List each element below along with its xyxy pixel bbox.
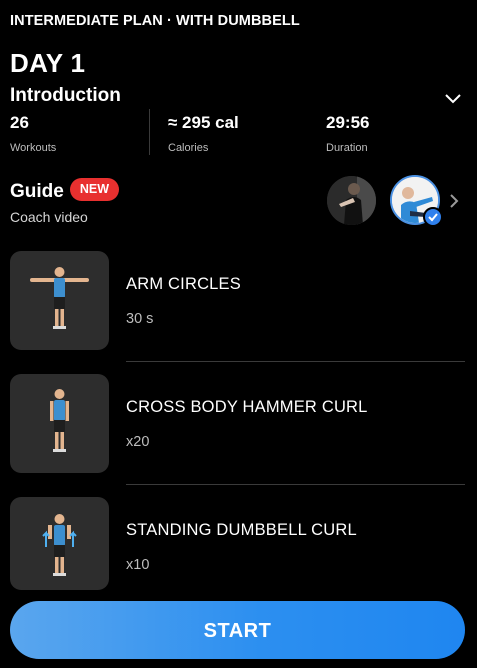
stat-duration: 29:56 Duration: [326, 113, 369, 155]
chevron-right-icon[interactable]: [449, 193, 459, 209]
hammer-curl-figure-icon: [50, 389, 69, 452]
exercise-value: 30 s: [126, 311, 154, 327]
exercise-value: x10: [126, 557, 150, 573]
exercise-thumbnail: [10, 374, 109, 473]
exercise-thumbnail: [10, 497, 109, 590]
stat-calories-value: ≈ 295 cal: [168, 113, 239, 132]
stat-calories-label: Calories: [168, 142, 209, 154]
stat-divider: [149, 109, 150, 155]
start-button[interactable]: START: [10, 601, 465, 659]
stat-workouts-label: Workouts: [10, 142, 57, 154]
row-divider: [126, 361, 465, 362]
stat-duration-value: 29:56: [326, 113, 370, 132]
exercise-name: STANDING DUMBBELL CURL: [126, 521, 357, 539]
selected-check-badge: [423, 207, 443, 227]
stat-workouts-value: 26: [10, 113, 29, 132]
exercise-value: x20: [126, 434, 150, 450]
plan-title: INTERMEDIATE PLAN · WITH DUMBBELL: [10, 13, 300, 29]
day-title: DAY 1: [10, 48, 86, 78]
new-badge: NEW: [70, 178, 119, 201]
exercise-thumbnail: [10, 251, 109, 350]
exercise-name: CROSS BODY HAMMER CURL: [126, 398, 368, 416]
exercise-item-1[interactable]: ARM CIRCLES 30 s: [0, 251, 477, 351]
section-title[interactable]: Introduction: [10, 85, 121, 107]
exercise-name: ARM CIRCLES: [126, 275, 241, 293]
guide-subtitle: Coach video: [10, 209, 88, 225]
exercise-item-2[interactable]: CROSS BODY HAMMER CURL x20: [0, 374, 477, 474]
guide-title[interactable]: Guide: [10, 181, 64, 203]
row-divider: [126, 484, 465, 485]
coach-1-icon: [327, 176, 376, 225]
exercise-item-3[interactable]: STANDING DUMBBELL CURL x10: [0, 497, 477, 597]
chevron-down-icon[interactable]: [444, 92, 462, 104]
stat-calories: ≈ 295 cal Calories: [168, 113, 239, 155]
arm-circles-figure-icon: [30, 267, 89, 329]
stat-workouts: 26 Workouts: [10, 113, 56, 155]
stat-duration-label: Duration: [326, 142, 368, 154]
dumbbell-curl-figure-icon: [42, 514, 77, 576]
coach-avatar-1[interactable]: [327, 176, 376, 225]
checkmark-icon: [428, 213, 438, 222]
